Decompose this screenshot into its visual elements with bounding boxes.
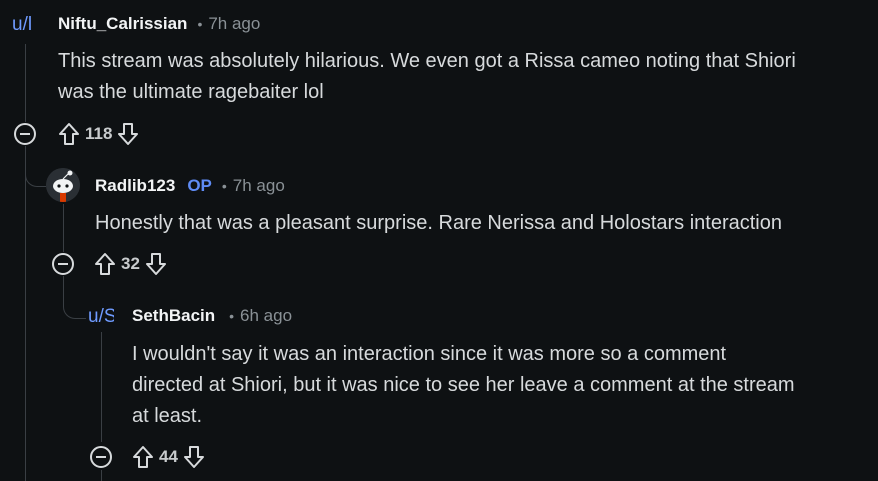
dot-separator: •: [221, 178, 227, 194]
vote-count: 118: [85, 124, 113, 143]
comment-thread: u/l Niftu_Calrissian • 7h ago This strea…: [0, 0, 878, 481]
comment-body: I wouldn't say it was an interaction sin…: [132, 339, 795, 432]
upvote-icon[interactable]: [132, 445, 154, 469]
comment-line: Honestly that was a pleasant surprise. R…: [95, 212, 782, 234]
vote-count: 32: [121, 254, 140, 273]
downvote-icon[interactable]: [183, 445, 205, 469]
thread-line[interactable]: [63, 204, 64, 252]
vote-count: 44: [159, 447, 178, 466]
comment-line: I wouldn't say it was an interaction sin…: [132, 343, 727, 365]
thread-line[interactable]: [101, 332, 102, 442]
comment-body: Honestly that was a pleasant surprise. R…: [95, 208, 782, 239]
dot-separator: •: [229, 308, 235, 324]
avatar[interactable]: u/l: [12, 13, 40, 37]
thread-connector: [63, 276, 86, 319]
comment-line: was the ultimate ragebaiter lol: [58, 81, 324, 103]
downvote-icon[interactable]: [145, 252, 167, 276]
author-name[interactable]: Radlib123: [95, 175, 175, 197]
collapse-thread-button[interactable]: [52, 253, 74, 275]
thread-line[interactable]: [25, 146, 26, 481]
upvote-icon[interactable]: [94, 252, 116, 276]
collapse-thread-button[interactable]: [90, 446, 112, 468]
author-name[interactable]: Niftu_Calrissian: [58, 13, 187, 35]
dot-separator: •: [197, 16, 203, 32]
comment-actions: 32: [52, 249, 167, 279]
timestamp[interactable]: 6h ago: [240, 305, 292, 327]
vote-controls: 118: [58, 122, 139, 146]
thread-connector: [25, 160, 46, 187]
avatar[interactable]: u/S: [88, 305, 114, 329]
author-name[interactable]: SethBacin: [132, 305, 215, 327]
timestamp[interactable]: 7h ago: [208, 13, 260, 35]
comment-meta: Niftu_Calrissian • 7h ago: [58, 13, 260, 35]
comment-meta: SethBacin • 6h ago: [132, 305, 292, 327]
comment-actions: 118: [14, 119, 139, 149]
avatar[interactable]: [46, 168, 80, 202]
comment-line: at least.: [132, 405, 203, 427]
upvote-icon[interactable]: [58, 122, 80, 146]
comment-actions: 44: [90, 442, 205, 472]
snoo-avatar-icon: [46, 168, 80, 202]
op-badge: OP: [187, 176, 212, 195]
downvote-icon[interactable]: [117, 122, 139, 146]
vote-controls: 44: [132, 445, 205, 469]
vote-controls: 32: [94, 252, 167, 276]
comment-line: This stream was absolutely hilarious. We…: [58, 50, 796, 72]
comment-body: This stream was absolutely hilarious. We…: [58, 46, 796, 108]
timestamp[interactable]: 7h ago: [233, 175, 285, 197]
collapse-thread-button[interactable]: [14, 123, 36, 145]
comment-line: directed at Shiori, but it was nice to s…: [132, 374, 795, 396]
thread-line[interactable]: [25, 44, 26, 122]
comment-meta: Radlib123 OP • 7h ago: [95, 175, 285, 197]
